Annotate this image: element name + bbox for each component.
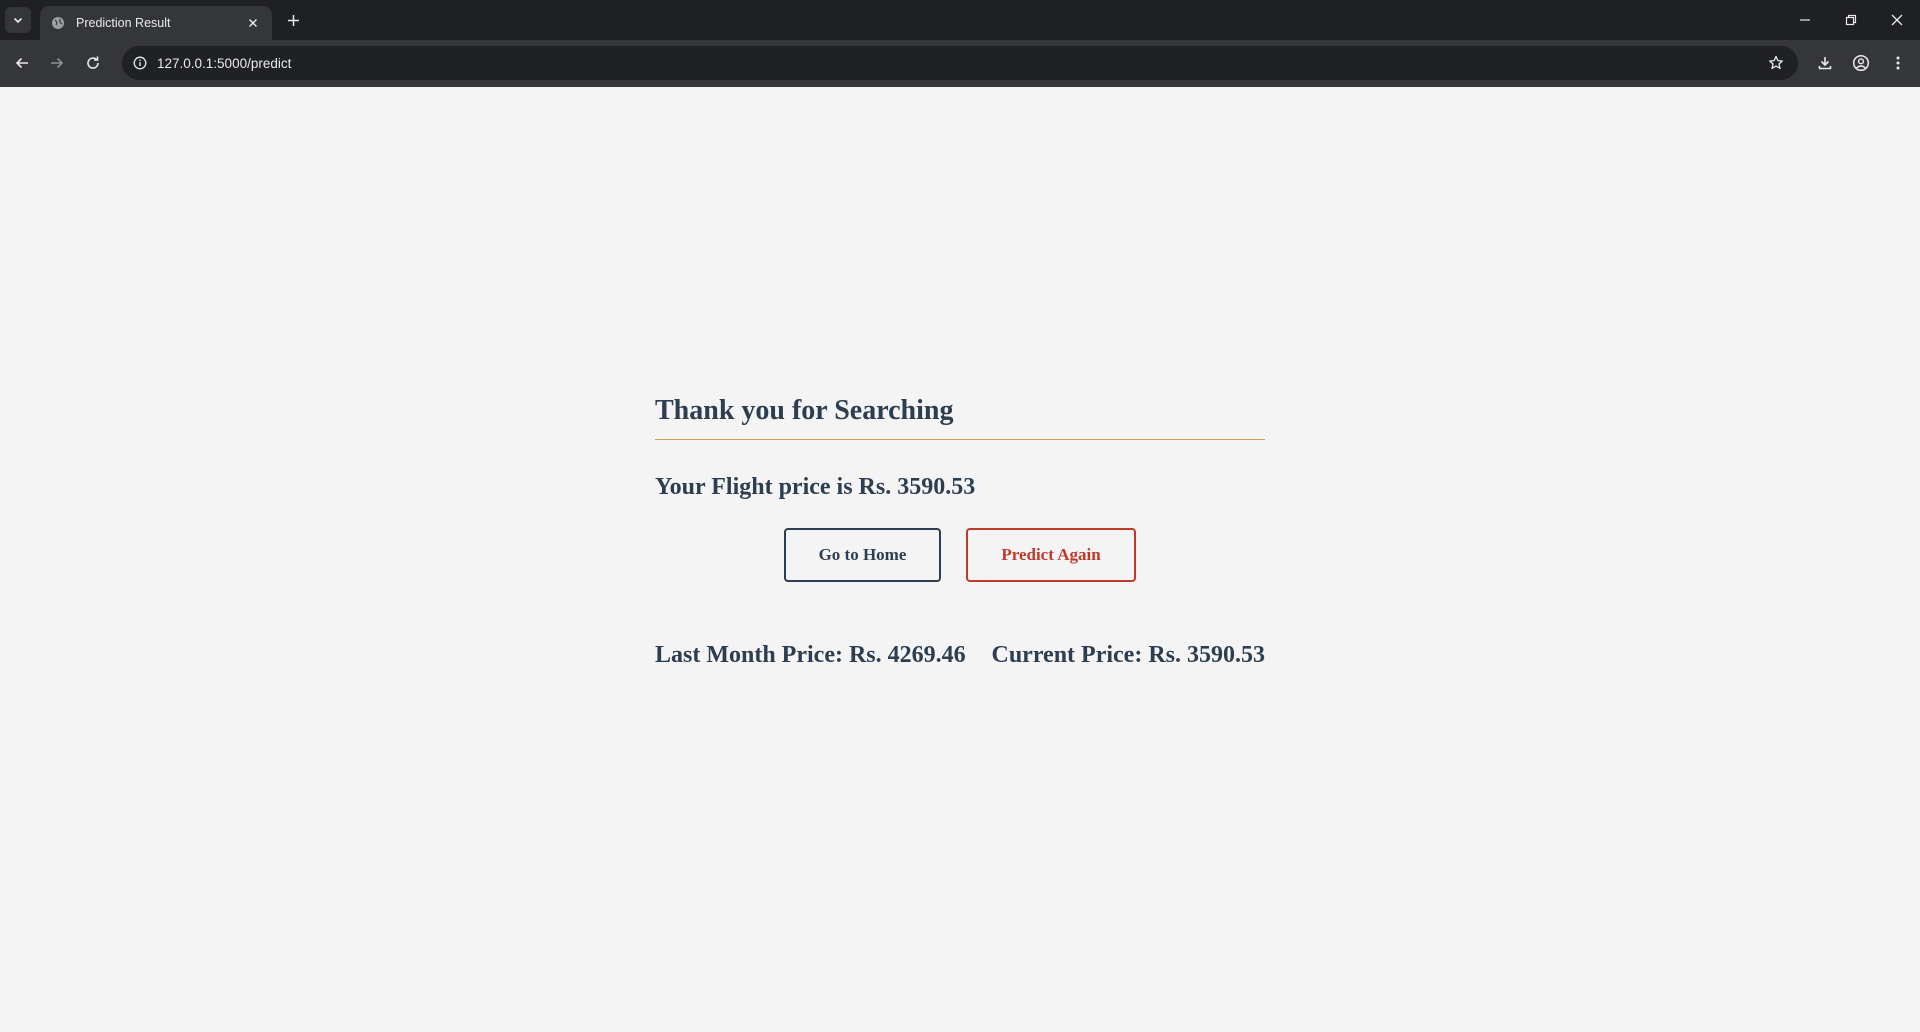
action-buttons: Go to Home Predict Again [655,528,1265,582]
predict-again-button[interactable]: Predict Again [966,528,1136,582]
predicted-price-text: Your Flight price is Rs. 3590.53 [655,474,976,500]
current-price: Current Price: Rs. 3590.53 [991,642,1266,668]
browser-toolbar: 127.0.0.1:5000/predict [0,40,1920,87]
reload-icon [87,56,99,69]
profile-icon[interactable] [1849,51,1873,75]
close-icon [1891,14,1903,26]
new-tab-button[interactable] [282,9,304,31]
back-button[interactable] [9,50,35,76]
price-comparison: Last Month Price: Rs. 4269.46 Current Pr… [655,642,1265,669]
downloads-icon[interactable] [1813,51,1837,75]
restore-button[interactable] [1836,6,1866,34]
minimize-button[interactable] [1790,6,1820,34]
tab-title: Prediction Result [76,16,171,30]
go-home-button[interactable]: Go to Home [784,528,941,582]
plus-icon [287,14,299,26]
globe-icon [50,15,66,31]
page-title: Thank you for Searching [655,395,1265,440]
last-month-price: Last Month Price: Rs. 4269.46 [655,642,966,668]
tab-prediction-result[interactable]: Prediction Result [40,6,272,40]
close-tab-icon[interactable] [244,14,262,32]
forward-button[interactable] [44,50,70,76]
close-window-button[interactable] [1882,6,1912,34]
reload-button[interactable] [80,50,106,76]
restore-icon [1845,14,1857,26]
result-container: Thank you for Searching Your Flight pric… [655,395,1265,669]
minimize-icon [1800,19,1810,21]
url-text: 127.0.0.1:5000/predict [157,55,292,71]
tab-bar: Prediction Result [0,0,1920,40]
arrow-right-icon [51,57,64,69]
info-icon[interactable] [129,52,151,74]
bookmark-star-icon[interactable] [1766,53,1786,73]
tab-search-button[interactable] [5,7,31,33]
address-bar[interactable]: 127.0.0.1:5000/predict [122,46,1798,80]
menu-kebab-icon[interactable] [1886,51,1910,75]
arrow-left-icon [15,57,28,69]
chevron-down-icon [13,17,23,24]
